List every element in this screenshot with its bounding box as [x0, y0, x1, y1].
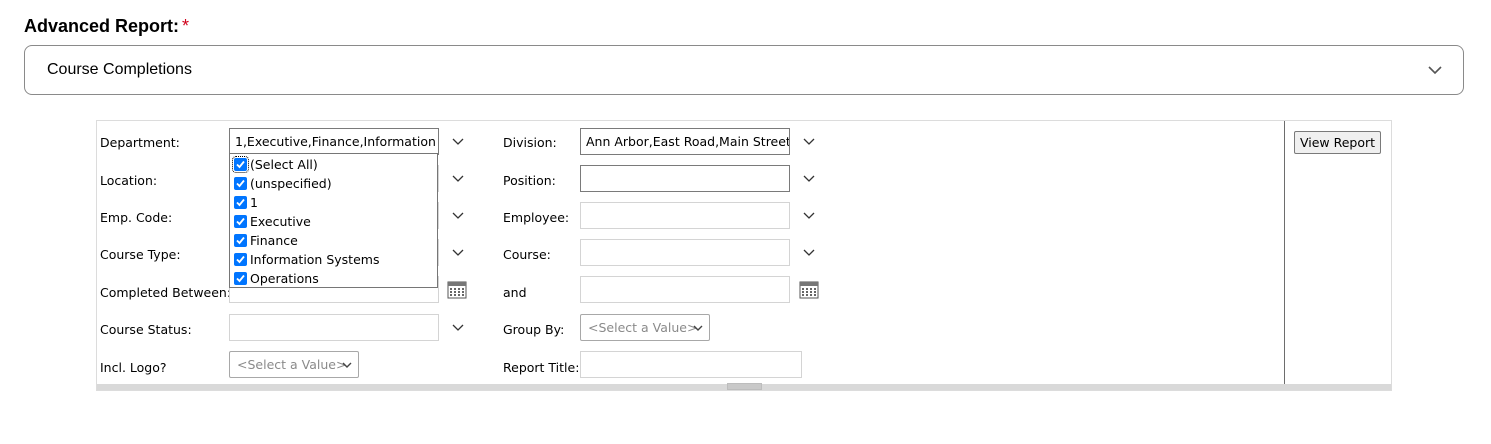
- required-mark: *: [182, 16, 190, 36]
- department-option-label: Operations: [250, 271, 319, 286]
- incl-logo-value: <Select a Value>: [237, 357, 347, 372]
- position-label: Position:: [503, 173, 556, 188]
- view-report-button[interactable]: View Report: [1294, 131, 1381, 154]
- calendar-icon[interactable]: [447, 280, 467, 299]
- course-field[interactable]: [580, 239, 790, 266]
- page-title: Advanced Report: *: [24, 16, 189, 37]
- employee-label: Employee:: [503, 210, 570, 225]
- department-dropdown-popup: (Select All) (unspecified) 1 Executive Finan…: [229, 153, 438, 288]
- employee-dropdown-icon[interactable]: [802, 210, 816, 222]
- course-status-field[interactable]: [229, 314, 439, 341]
- incl-logo-select[interactable]: <Select a Value>: [229, 351, 359, 378]
- position-dropdown-icon[interactable]: [802, 173, 816, 185]
- chevron-down-icon: [342, 362, 352, 368]
- department-option[interactable]: Executive: [234, 214, 311, 232]
- checkbox[interactable]: [234, 215, 247, 228]
- department-option[interactable]: Operations: [234, 271, 319, 289]
- position-field[interactable]: [580, 165, 790, 192]
- incl-logo-label: Incl. Logo?: [100, 360, 167, 375]
- and-label: and: [503, 285, 527, 300]
- chevron-down-icon: [1428, 66, 1442, 75]
- department-option[interactable]: 1: [234, 195, 258, 213]
- checkbox[interactable]: [234, 196, 247, 209]
- report-type-value: Course Completions: [47, 61, 192, 78]
- group-by-value: <Select a Value>: [588, 320, 698, 335]
- report-title-label: Report Title:: [503, 360, 580, 375]
- completed-between-label: Completed Between:: [100, 285, 232, 300]
- division-label: Division:: [503, 135, 557, 150]
- location-dropdown-icon[interactable]: [451, 173, 465, 185]
- chevron-down-icon: [693, 325, 703, 331]
- group-by-label: Group By:: [503, 322, 565, 337]
- division-dropdown-icon[interactable]: [802, 136, 816, 148]
- course-type-label: Course Type:: [100, 247, 181, 262]
- department-option-label: (Select All): [250, 157, 318, 172]
- department-option[interactable]: (Select All): [232, 156, 318, 175]
- checkbox[interactable]: [234, 177, 247, 190]
- emp-code-dropdown-icon[interactable]: [451, 210, 465, 222]
- employee-field[interactable]: [580, 202, 790, 229]
- group-by-select[interactable]: <Select a Value>: [580, 314, 710, 341]
- course-type-dropdown-icon[interactable]: [451, 247, 465, 259]
- location-label: Location:: [100, 173, 158, 188]
- panel-separator: [1284, 121, 1285, 385]
- department-dropdown-icon[interactable]: [451, 136, 465, 148]
- department-label: Department:: [100, 135, 180, 150]
- page-title-text: Advanced Report:: [24, 16, 180, 36]
- checkbox[interactable]: [234, 234, 247, 247]
- checkbox[interactable]: [234, 253, 247, 266]
- department-field[interactable]: 1,Executive,Finance,Information Sy: [229, 128, 439, 155]
- report-title-field[interactable]: [580, 351, 802, 378]
- course-dropdown-icon[interactable]: [802, 247, 816, 259]
- department-option-label: Finance: [250, 233, 298, 248]
- completed-to-field[interactable]: [580, 276, 790, 303]
- checkbox[interactable]: [232, 156, 249, 173]
- department-option-label: Executive: [250, 214, 311, 229]
- department-option-label: (unspecified): [250, 176, 332, 191]
- collapse-splitter[interactable]: [727, 383, 762, 390]
- calendar-icon[interactable]: [799, 280, 819, 299]
- division-field[interactable]: Ann Arbor,East Road,Main Street,N: [580, 128, 790, 155]
- department-option[interactable]: Finance: [234, 233, 298, 251]
- department-option[interactable]: Information Systems: [234, 252, 379, 270]
- emp-code-label: Emp. Code:: [100, 210, 173, 225]
- department-option-label: Information Systems: [250, 252, 380, 267]
- course-status-dropdown-icon[interactable]: [451, 322, 465, 334]
- department-option-label: 1: [250, 195, 258, 210]
- department-option[interactable]: (unspecified): [234, 176, 332, 194]
- course-label: Course:: [503, 247, 551, 262]
- course-status-label: Course Status:: [100, 322, 192, 337]
- checkbox[interactable]: [234, 272, 247, 285]
- report-type-select[interactable]: Course Completions: [24, 45, 1464, 95]
